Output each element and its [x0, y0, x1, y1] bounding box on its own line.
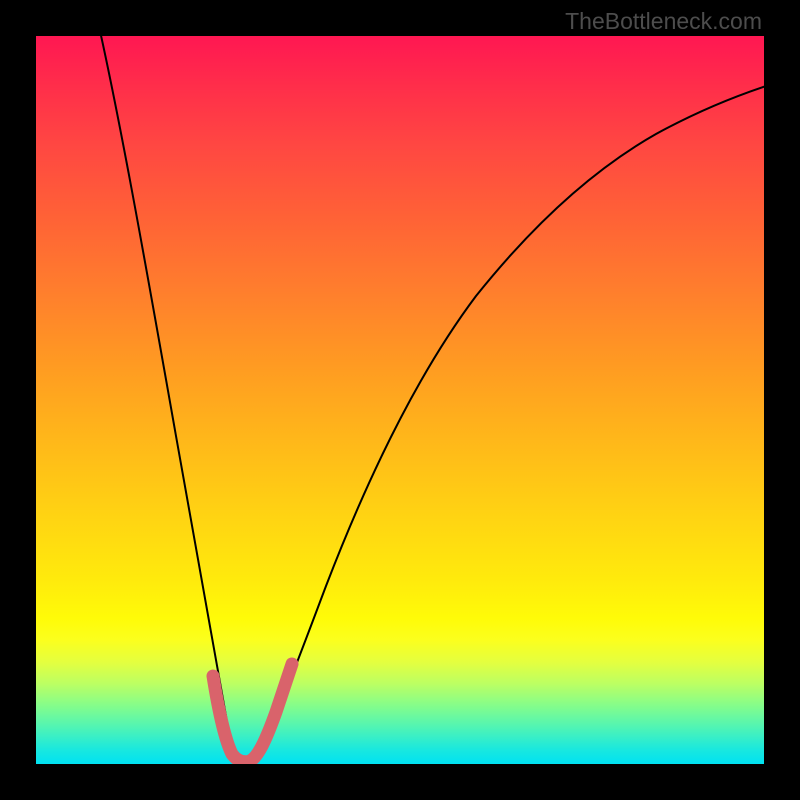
bottleneck-curve [92, 36, 764, 759]
plot-area [36, 36, 764, 764]
optimal-zone-highlight [213, 664, 292, 762]
curve-layer [36, 36, 764, 764]
credit-text: TheBottleneck.com [565, 8, 762, 35]
chart-frame: TheBottleneck.com [0, 0, 800, 800]
